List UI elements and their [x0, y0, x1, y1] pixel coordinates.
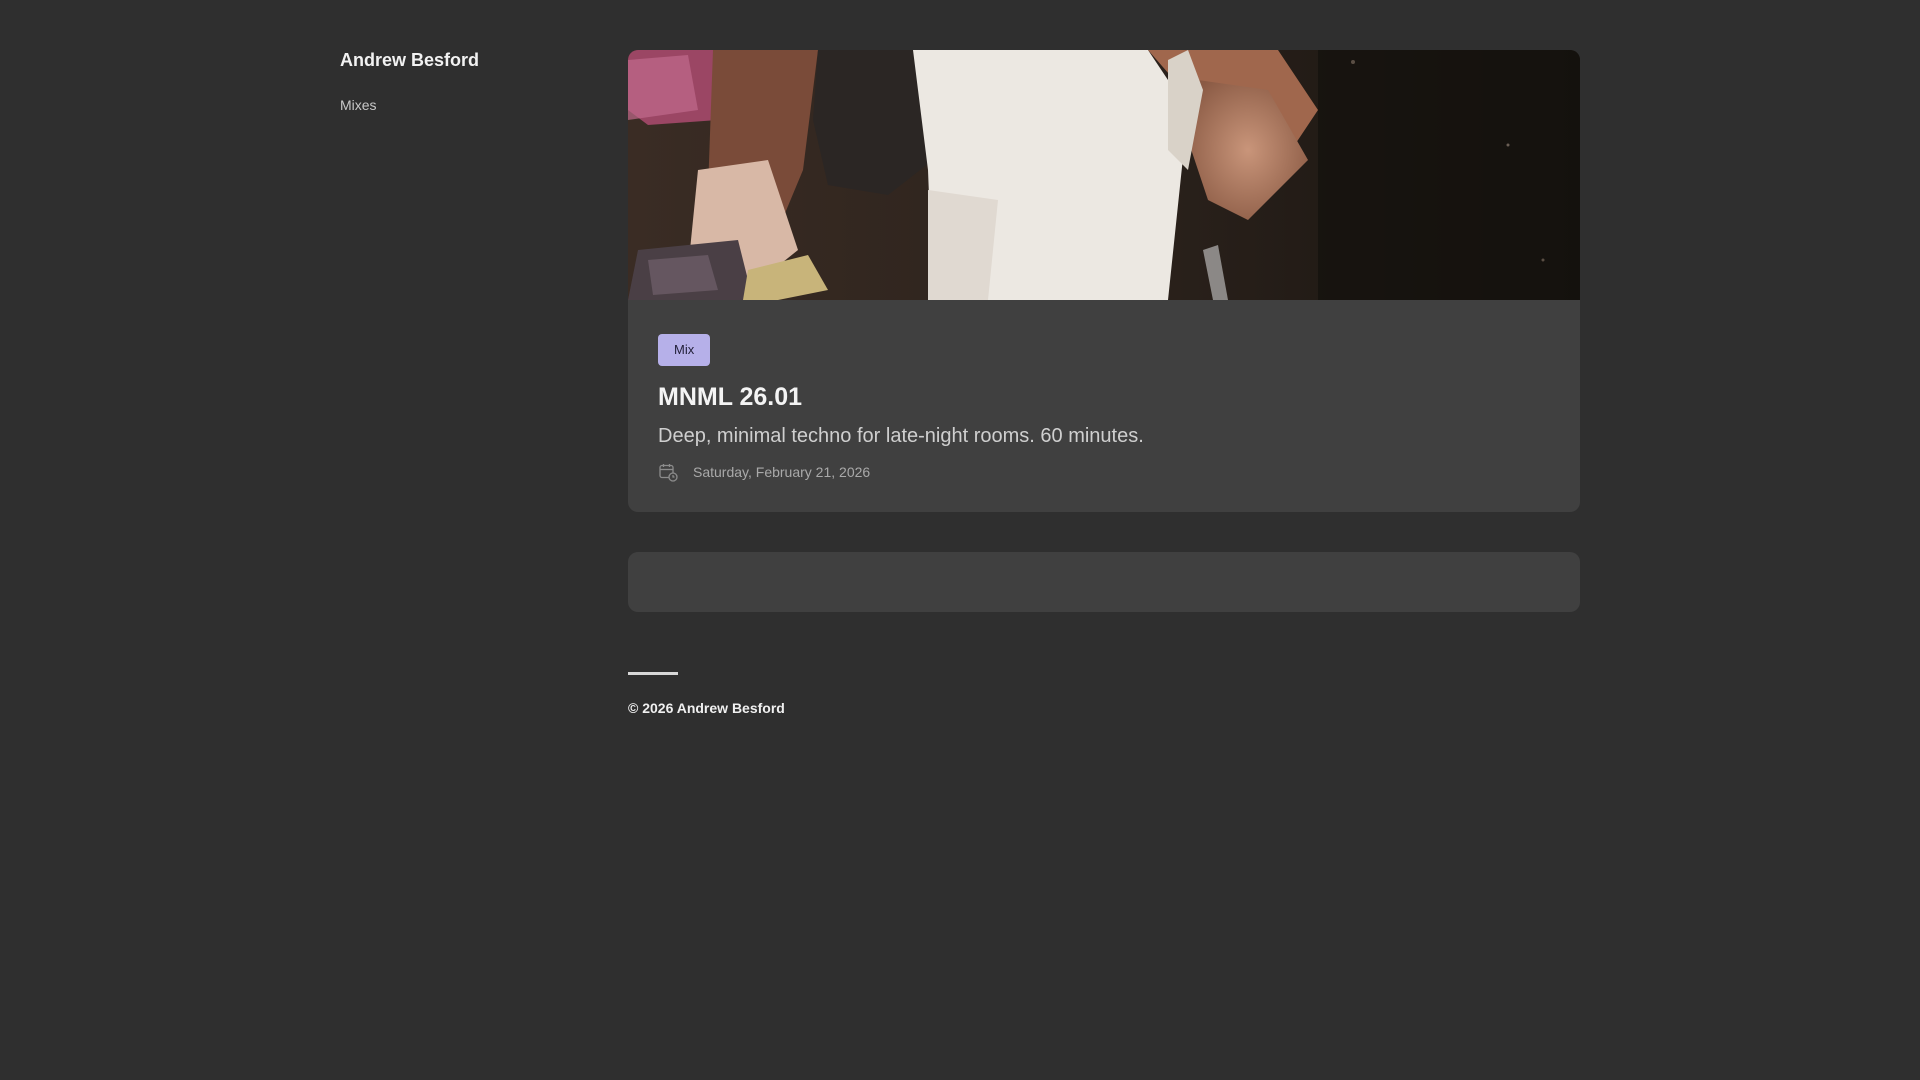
post-card[interactable]: Mix MNML 26.01 Deep, minimal techno for …	[628, 50, 1580, 512]
footer: © 2026 Andrew Besford	[628, 672, 1580, 717]
post-cover-image[interactable]	[628, 50, 1580, 300]
sidebar: Andrew Besford Mixes	[340, 48, 580, 114]
post-description: Deep, minimal techno for late-night room…	[658, 425, 1144, 447]
copyright: © 2026 Andrew Besford	[628, 700, 785, 716]
page: Andrew Besford Mixes Mix MNML 26.01 Deep…	[0, 0, 1920, 1080]
post-meta: Saturday, February 21, 2026	[658, 462, 1550, 482]
footer-divider	[628, 672, 678, 675]
post-card-body: Mix MNML 26.01 Deep, minimal techno for …	[628, 300, 1580, 512]
main-content: Mix MNML 26.01 Deep, minimal techno for …	[628, 50, 1580, 717]
nav-link-mixes[interactable]: Mixes	[340, 96, 580, 114]
post-date: Saturday, February 21, 2026	[693, 464, 871, 480]
site-title-link[interactable]: Andrew Besford	[340, 48, 580, 72]
post-title[interactable]: MNML 26.01	[658, 381, 1550, 413]
post-tag[interactable]: Mix	[658, 334, 711, 366]
calendar-clock-icon	[659, 464, 678, 482]
embed-placeholder	[628, 552, 1580, 612]
cover-photo-illustration	[628, 50, 1580, 300]
